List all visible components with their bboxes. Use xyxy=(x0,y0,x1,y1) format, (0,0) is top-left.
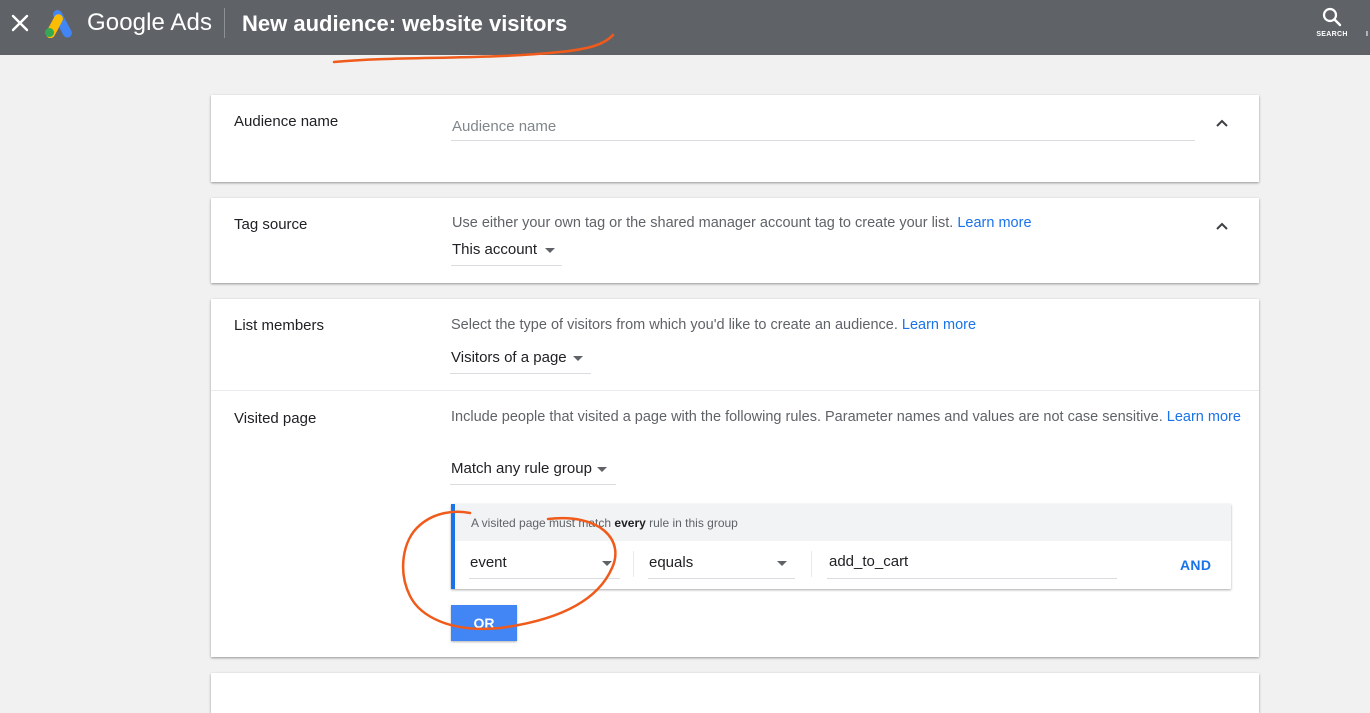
topbar-divider xyxy=(224,8,225,38)
search-button[interactable]: SEARCH xyxy=(1312,4,1352,44)
visited-page-description-text: Include people that visited a page with … xyxy=(451,409,1163,425)
next-card-partial xyxy=(211,673,1259,713)
tag-source-card: Tag source Use either your own tag or th… xyxy=(211,198,1259,283)
rule-operator-selected: equals xyxy=(649,554,694,571)
brand-name: Google Ads xyxy=(87,9,213,36)
match-rule-group-dropdown[interactable]: Match any rule group xyxy=(450,457,616,485)
rule-group-header-pre: A visited page must match xyxy=(471,516,612,530)
cut-off-toolbar-label[interactable]: I xyxy=(1366,31,1368,38)
list-members-description: Select the type of visitors from which y… xyxy=(451,316,976,334)
chevron-up-icon[interactable] xyxy=(1215,118,1229,128)
visited-page-learn-more-link[interactable]: Learn xyxy=(1167,409,1204,425)
list-members-dropdown[interactable]: Visitors of a page xyxy=(450,346,591,374)
list-members-label: List members xyxy=(234,317,325,334)
google-ads-logo xyxy=(45,10,72,38)
rule-field-separator xyxy=(633,551,634,577)
rule-parameter-selected: event xyxy=(470,554,507,571)
dropdown-arrow-icon xyxy=(573,356,583,361)
audience-name-card: Audience name xyxy=(211,95,1259,182)
audience-name-label: Audience name xyxy=(234,113,339,130)
tag-source-dropdown[interactable]: This account xyxy=(451,238,562,266)
rule-operator-dropdown[interactable]: equals xyxy=(648,548,795,579)
rule-group-header: A visited page must match every rule in … xyxy=(455,504,1231,541)
list-members-selected: Visitors of a page xyxy=(451,349,567,366)
or-button[interactable]: OR xyxy=(451,605,517,641)
rule-value-input[interactable]: add_to_cart xyxy=(827,549,1117,579)
search-label: SEARCH xyxy=(1316,31,1348,38)
list-members-card: List members Select the type of visitors… xyxy=(211,299,1259,657)
rule-group: A visited page must match every rule in … xyxy=(451,504,1231,589)
tag-source-learn-more-link[interactable]: Learn more xyxy=(957,215,1031,231)
list-members-description-text: Select the type of visitors from which y… xyxy=(451,317,898,333)
dropdown-arrow-icon xyxy=(602,561,612,566)
visited-page-learn-more-link-cont[interactable]: more xyxy=(1208,409,1241,425)
rule-field-separator xyxy=(811,551,812,577)
tag-source-description: Use either your own tag or the shared ma… xyxy=(452,214,1032,232)
dropdown-arrow-icon xyxy=(777,561,787,566)
rule-group-header-bold: every xyxy=(614,516,646,530)
dropdown-arrow-icon xyxy=(597,467,607,472)
dropdown-arrow-icon xyxy=(545,248,555,253)
section-divider xyxy=(211,390,1259,391)
rule-parameter-dropdown[interactable]: event xyxy=(469,548,620,579)
rule-group-header-post: rule in this group xyxy=(649,516,738,530)
tag-source-description-text: Use either your own tag or the shared ma… xyxy=(452,215,954,231)
visited-page-description: Include people that visited a page with … xyxy=(451,408,1241,426)
audience-name-input[interactable] xyxy=(451,113,1195,141)
top-app-bar: Google Ads New audience: website visitor… xyxy=(0,0,1370,55)
visited-page-label: Visited page xyxy=(234,410,317,427)
and-button[interactable]: AND xyxy=(1180,557,1211,573)
match-rule-group-selected: Match any rule group xyxy=(451,460,592,477)
list-members-learn-more-link[interactable]: Learn more xyxy=(902,317,976,333)
chevron-up-icon[interactable] xyxy=(1215,221,1229,231)
tag-source-label: Tag source xyxy=(234,216,308,233)
tag-source-selected: This account xyxy=(452,241,538,258)
close-icon[interactable] xyxy=(10,13,30,33)
page-title: New audience: website visitors xyxy=(242,11,568,36)
search-icon xyxy=(1322,7,1342,27)
